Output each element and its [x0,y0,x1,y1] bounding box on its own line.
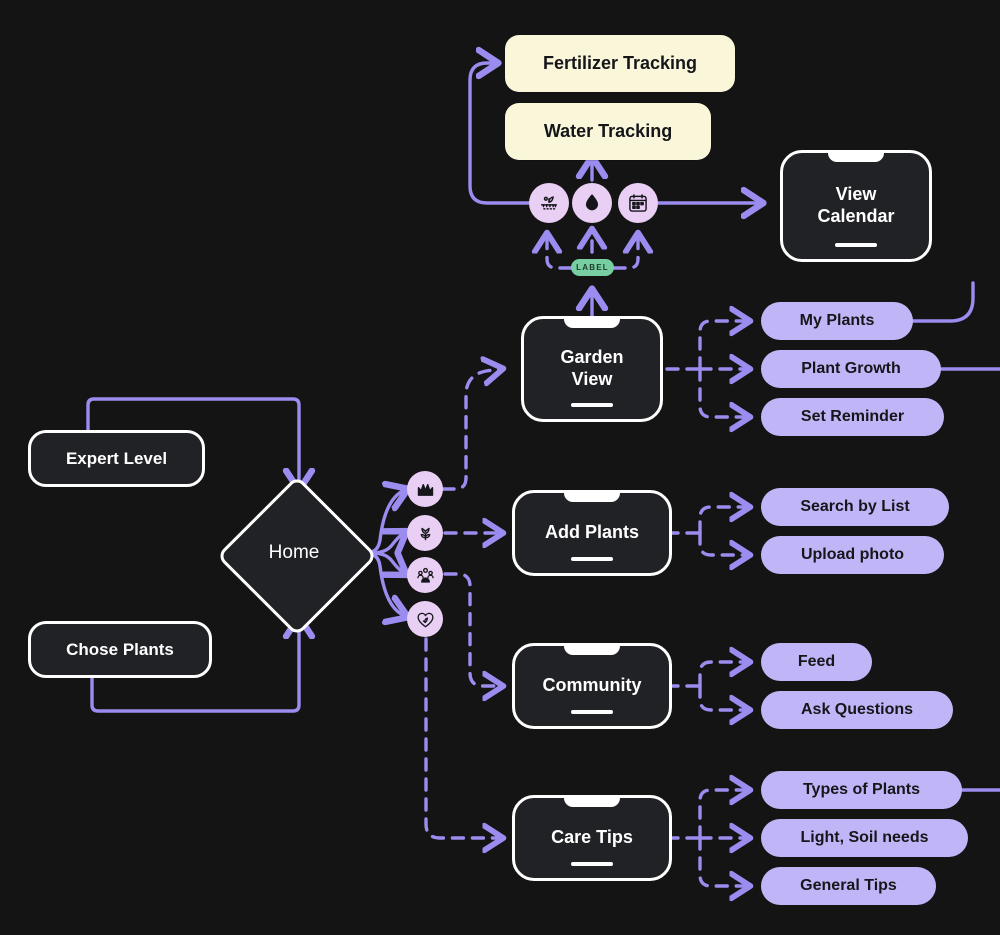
card-fertilizer-tracking-label: Fertilizer Tracking [542,53,698,73]
flowchart-canvas: Fertilizer Tracking Water Tracking View … [0,0,1000,935]
pill-light-soil-needs-label: Light, Soil needs [800,829,929,846]
pill-ask-questions[interactable]: Ask Questions [761,691,953,729]
phone-label-line1: Community [542,675,642,696]
home-diamond-shape [216,475,378,637]
phone-home-indicator [835,243,877,247]
phone-label-line1: Care Tips [551,827,633,848]
phone-notch [564,493,620,502]
tulip-icon[interactable] [407,515,443,551]
pill-upload-photo[interactable]: Upload photo [761,536,944,574]
phone-notch [828,153,884,162]
pill-general-tips[interactable]: General Tips [761,867,936,905]
pill-my-plants-label: My Plants [799,312,875,329]
phone-care-tips[interactable]: Care Tips [512,795,672,881]
fertilizer-icon[interactable] [529,183,569,223]
phone-add-plants-label: Add Plants [515,522,669,544]
node-home[interactable]: Home [216,475,378,637]
people-group-icon[interactable] [407,557,443,593]
phone-label-line1: View [835,184,877,205]
label-chip[interactable]: LABEL [571,259,614,276]
pill-plant-growth-label: Plant Growth [801,360,901,377]
pill-types-of-plants-label: Types of Plants [802,781,921,798]
phone-label-line2: View [571,369,613,389]
pill-upload-photo-label: Upload photo [800,546,905,563]
pill-my-plants[interactable]: My Plants [761,302,913,340]
phone-care-tips-label: Care Tips [515,827,669,849]
phone-garden-view-label: Garden View [524,347,660,391]
phone-garden-view[interactable]: Garden View [521,316,663,422]
card-water-tracking-label: Water Tracking [543,121,673,141]
pill-types-of-plants[interactable]: Types of Plants [761,771,962,809]
pill-feed[interactable]: Feed [761,643,872,681]
phone-label-line1: Add Plants [544,522,639,543]
pill-set-reminder-label: Set Reminder [800,408,905,425]
phone-label-line1: Garden [560,347,624,368]
phone-label-line2: Calendar [817,206,895,226]
phone-community[interactable]: Community [512,643,672,729]
water-drop-icon[interactable] [572,183,612,223]
phone-add-plants[interactable]: Add Plants [512,490,672,576]
card-fertilizer-tracking[interactable]: Fertilizer Tracking [505,35,735,92]
pill-light-soil-needs[interactable]: Light, Soil needs [761,819,968,857]
pill-plant-growth[interactable]: Plant Growth [761,350,941,388]
phone-view-calendar[interactable]: View Calendar [780,150,932,262]
pill-search-by-list-label: Search by List [800,498,910,515]
phone-notch [564,798,620,807]
card-expert-level-label: Expert Level [65,448,168,468]
phone-view-calendar-label: View Calendar [783,184,929,228]
card-expert-level[interactable]: Expert Level [28,430,205,487]
pill-set-reminder[interactable]: Set Reminder [761,398,944,436]
pill-feed-label: Feed [797,653,836,670]
card-chose-plants-label: Chose Plants [66,639,174,659]
heart-leaf-icon[interactable] [407,601,443,637]
phone-home-indicator [571,403,613,407]
label-chip-text: LABEL [576,263,609,272]
phone-home-indicator [571,557,613,561]
grass-crown-icon[interactable] [407,471,443,507]
card-water-tracking[interactable]: Water Tracking [505,103,711,160]
pill-ask-questions-label: Ask Questions [800,701,914,718]
phone-notch [564,319,620,328]
phone-home-indicator [571,710,613,714]
pill-general-tips-label: General Tips [800,877,897,894]
phone-notch [564,646,620,655]
pill-search-by-list[interactable]: Search by List [761,488,949,526]
phone-home-indicator [571,862,613,866]
card-chose-plants[interactable]: Chose Plants [28,621,212,678]
calendar-icon[interactable] [618,183,658,223]
phone-community-label: Community [515,675,669,697]
